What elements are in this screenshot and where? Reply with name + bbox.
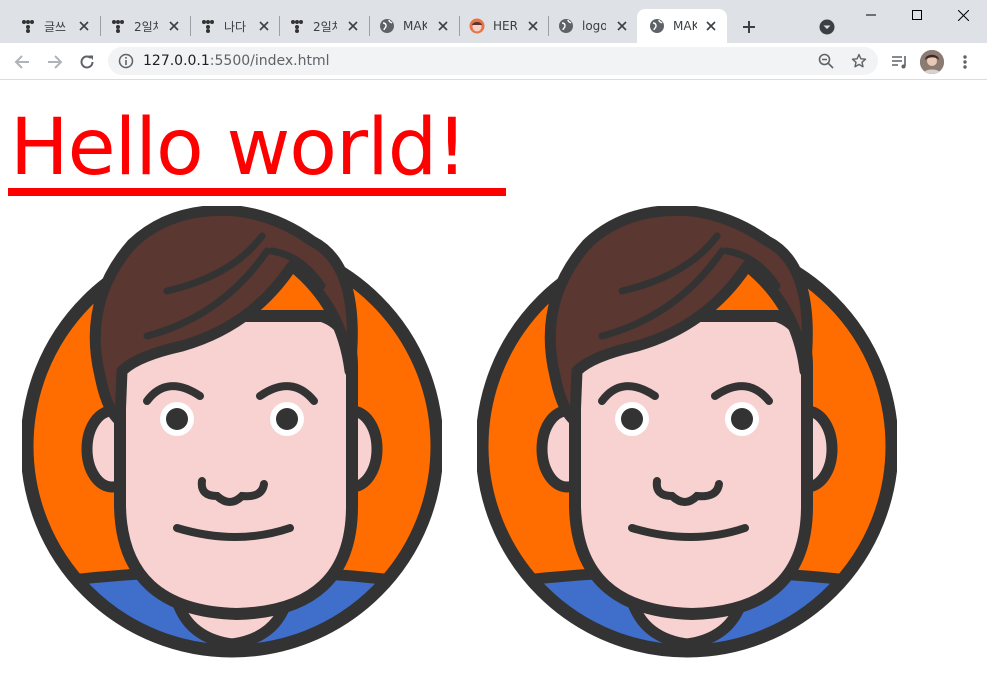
close-icon[interactable] (256, 18, 272, 34)
minimize-icon (866, 14, 876, 16)
avatar-image (22, 206, 442, 661)
tab-title: MAK (673, 19, 697, 33)
browser-tab[interactable]: 글쓰 (8, 9, 100, 43)
browser-tab[interactable]: logo (546, 9, 638, 43)
minimize-button[interactable] (848, 0, 894, 30)
star-icon[interactable] (851, 53, 867, 69)
close-icon[interactable] (703, 18, 719, 34)
reload-icon (80, 55, 94, 69)
address-bar[interactable]: 127.0.0.1:5500/index.html (108, 47, 878, 75)
tistory-icon (110, 18, 126, 34)
reload-button[interactable] (73, 48, 101, 76)
forward-button[interactable] (41, 48, 69, 76)
zoom-icon[interactable] (818, 53, 834, 69)
tab-title: 나다 (224, 19, 247, 34)
page-heading[interactable]: Hello world! (10, 104, 468, 192)
close-icon[interactable] (614, 18, 630, 34)
browser-tab[interactable]: 2일차 (98, 9, 190, 43)
chevron-down-icon (819, 19, 835, 35)
close-icon[interactable] (345, 18, 361, 34)
browser-tab[interactable]: MAK (367, 9, 459, 43)
avatar-image (477, 206, 897, 661)
avatar-icon (469, 18, 485, 34)
info-icon[interactable] (118, 53, 134, 69)
close-window-button[interactable] (940, 0, 986, 30)
profile-avatar[interactable] (920, 50, 944, 74)
tistory-icon (200, 18, 216, 34)
browser-tab-active[interactable]: MAK (637, 9, 727, 43)
tab-title: 2일차 (313, 19, 337, 34)
man-avatar-icon (477, 206, 897, 658)
browser-tab[interactable]: 나다 (188, 9, 280, 43)
man-avatar-icon (22, 206, 442, 658)
url-host: 127.0.0.1 (143, 53, 210, 69)
more-vert-icon (963, 55, 967, 69)
tab-title: MAK (403, 19, 427, 33)
globe-icon (379, 18, 395, 34)
close-icon (957, 9, 969, 21)
profile-photo-icon (920, 50, 944, 74)
arrow-left-icon (14, 55, 29, 69)
arrow-right-icon (48, 55, 63, 69)
close-icon[interactable] (525, 18, 541, 34)
tistory-icon (289, 18, 305, 34)
url-path: :5500/index.html (209, 53, 330, 69)
maximize-icon (912, 10, 922, 20)
tab-title: 글쓰 (44, 19, 67, 34)
close-icon[interactable] (435, 18, 451, 34)
close-icon[interactable] (166, 18, 182, 34)
browser-toolbar: 127.0.0.1:5500/index.html (0, 43, 987, 80)
globe-icon (649, 18, 665, 34)
playlist-icon (892, 56, 906, 69)
tab-search-button[interactable] (816, 16, 838, 38)
media-control-button[interactable] (886, 48, 914, 76)
globe-icon (558, 18, 574, 34)
maximize-button[interactable] (894, 0, 940, 30)
back-button[interactable] (8, 48, 36, 76)
tab-strip: 글쓰 2일차 나다 2일차 (0, 0, 987, 43)
tistory-icon (20, 18, 36, 34)
browser-tab[interactable]: 2일차 (277, 9, 369, 43)
tab-title: HER (493, 19, 517, 33)
page-viewport: Hello world! (0, 81, 987, 686)
new-tab-button[interactable] (736, 14, 762, 40)
tab-title: 2일차 (134, 19, 158, 34)
menu-button[interactable] (951, 48, 979, 76)
browser-tab[interactable]: HER (457, 9, 549, 43)
tab-title: logo (582, 19, 606, 33)
close-icon[interactable] (76, 18, 92, 34)
heading-underline (8, 188, 506, 196)
plus-icon (743, 21, 755, 33)
url-text: 127.0.0.1:5500/index.html (143, 53, 330, 69)
